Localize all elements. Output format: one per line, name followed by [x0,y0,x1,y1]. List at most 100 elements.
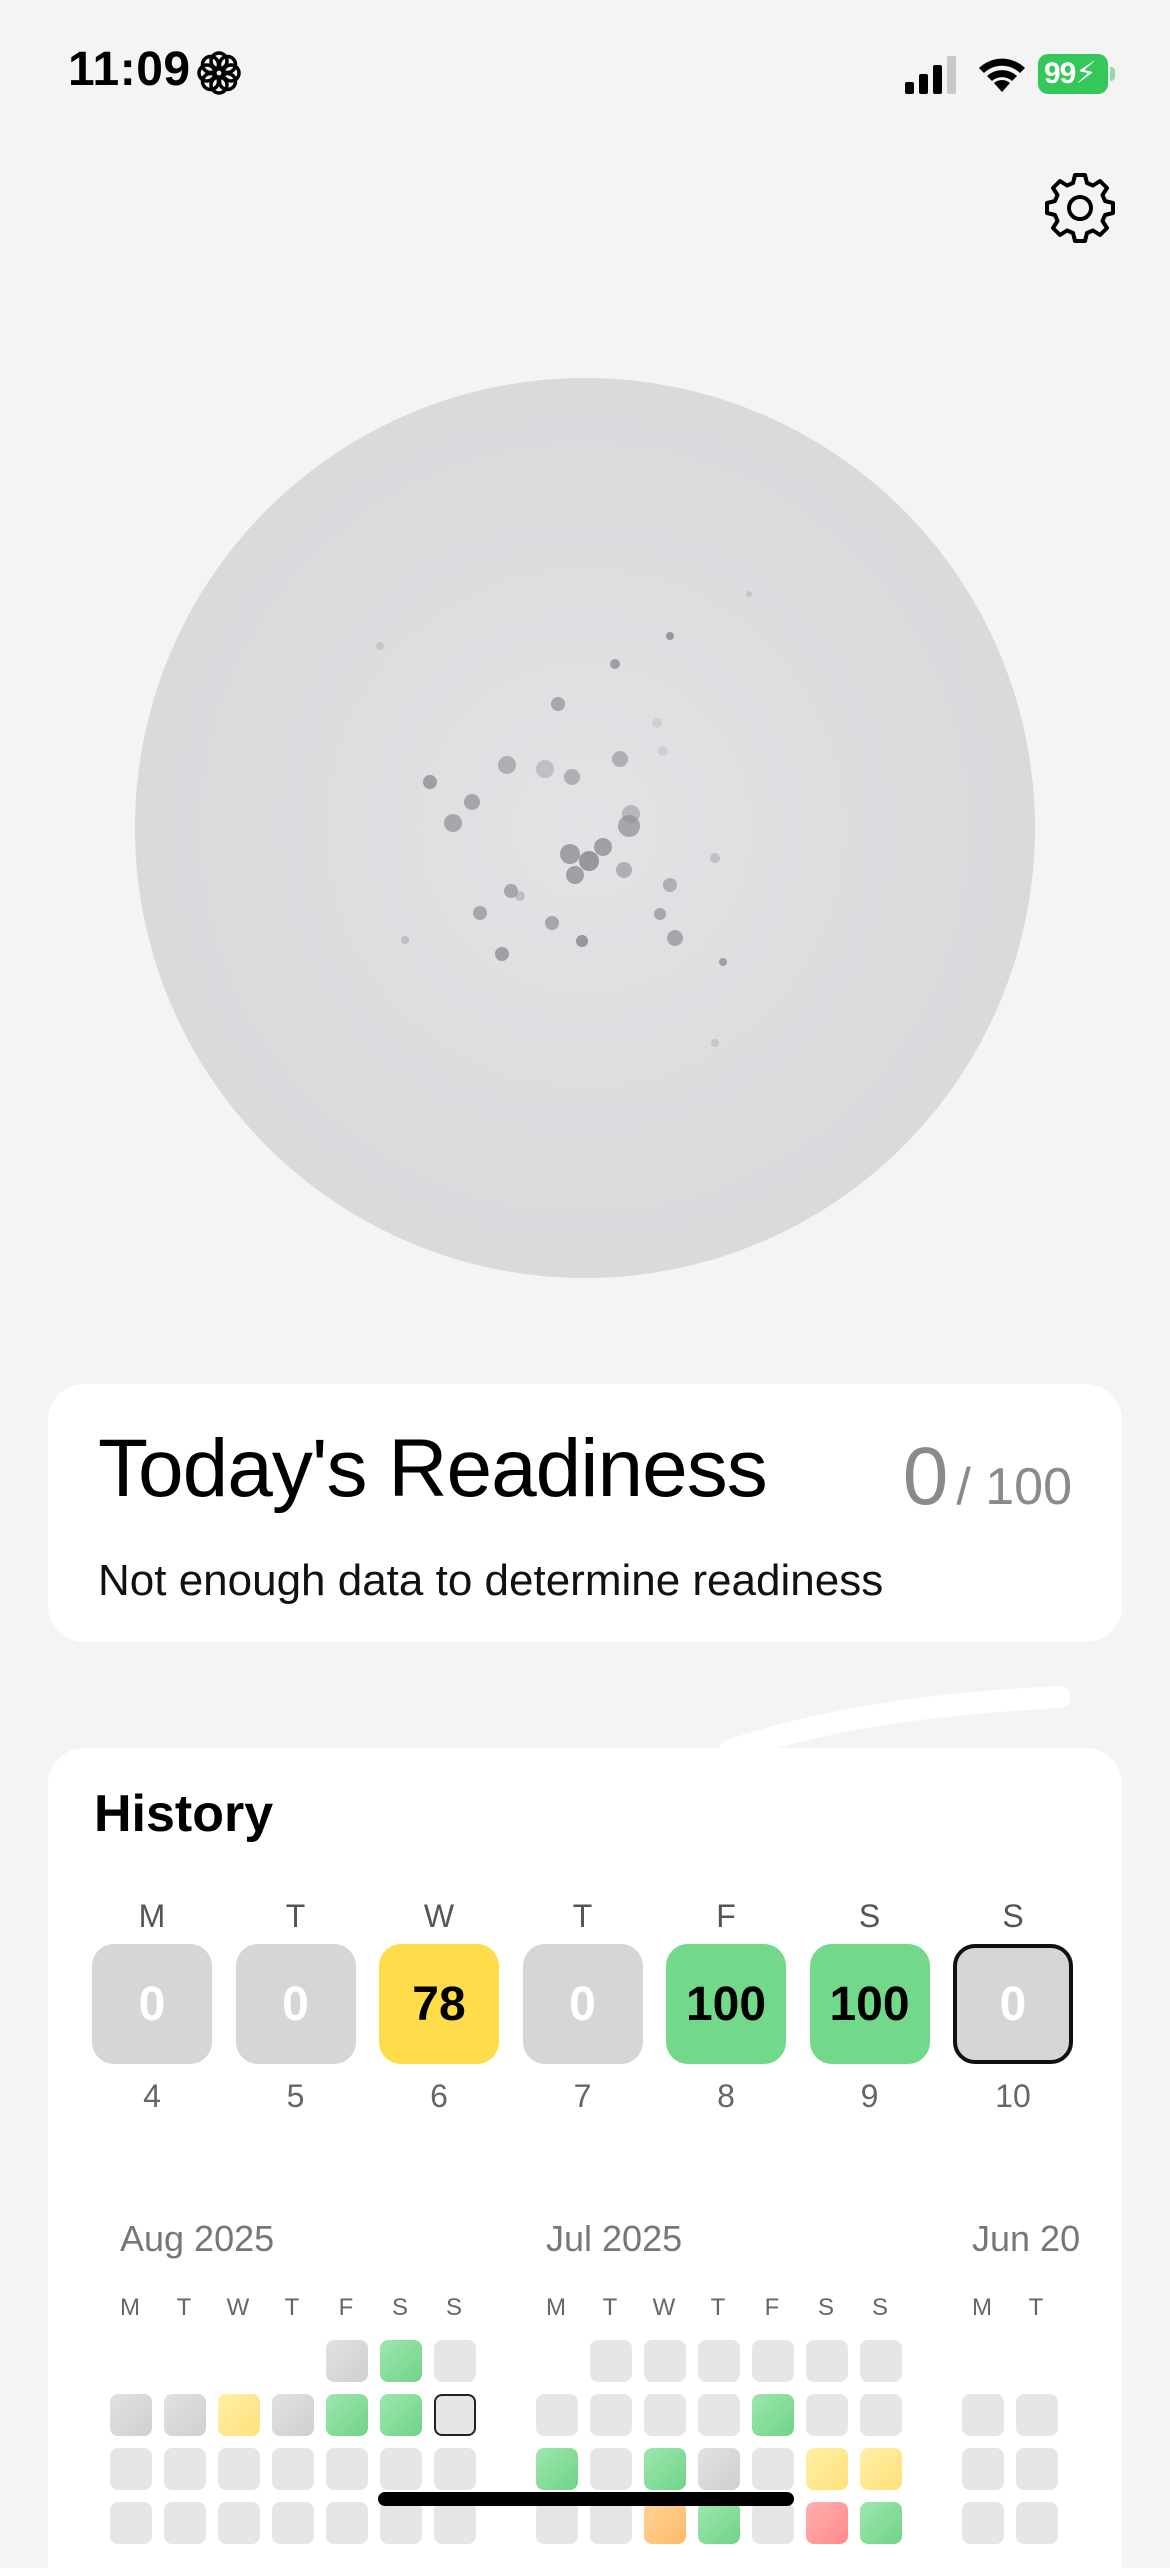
calendar-day-cell[interactable] [326,2448,368,2490]
month-label: Jul 2025 [546,2218,683,2259]
calendar-weekday: M [972,2294,992,2321]
calendar-day-cell[interactable] [272,2448,314,2490]
calendar-day-cell[interactable] [752,2340,794,2382]
calendar-day-cell[interactable] [218,2394,260,2436]
calendar-day-cell[interactable] [380,2340,422,2382]
week-day[interactable]: M 0 4 [92,1898,212,2114]
weekday-letter: F [716,1898,736,1934]
calendar-day-cell[interactable] [110,2394,152,2436]
calendar-day-cell[interactable] [590,2394,632,2436]
calendar-day-cell[interactable] [962,2448,1004,2490]
week-day[interactable]: W 78 6 [379,1898,499,2114]
calendar-weekday: T [176,2294,192,2321]
calendar-day-cell[interactable] [536,2394,578,2436]
battery-indicator: 99⚡ [1038,54,1116,94]
battery-level: 99⚡ [1038,54,1108,94]
calendar-day-cell[interactable] [218,2502,260,2544]
calendar-day-cell[interactable] [164,2394,206,2436]
calendar-day-cell[interactable] [752,2448,794,2490]
weekday-letter: M [138,1898,166,1934]
calendar-day-cell[interactable] [272,2394,314,2436]
calendar-day-cell[interactable] [434,2502,476,2544]
day-score-tile[interactable]: 78 [379,1944,499,2064]
calendar-day-cell[interactable] [806,2448,848,2490]
calendar-day-cell[interactable] [860,2448,902,2490]
calendar-day-cell[interactable] [806,2340,848,2382]
calendar-day-cell[interactable] [1016,2448,1058,2490]
calendar-day-cell[interactable] [698,2394,740,2436]
calendar-day-cell[interactable] [698,2340,740,2382]
readiness-title: Today's Readiness [98,1423,768,1514]
calendar-day-cell[interactable] [110,2502,152,2544]
calendar-day-cell[interactable] [962,2394,1004,2436]
week-day[interactable]: T 0 7 [522,1898,643,2114]
calendar-day-cell[interactable] [590,2502,632,2544]
calendar-day-cell[interactable] [1016,2394,1058,2436]
calendar-day-cell[interactable] [1016,2502,1058,2544]
weekday-letter: T [572,1898,593,1934]
calendar-day-cell[interactable] [644,2502,686,2544]
week-day[interactable]: F 100 8 [666,1898,786,2114]
calendar-weekday: S [391,2294,408,2321]
calendar-day-cell[interactable] [164,2448,206,2490]
calendar-day-cell[interactable] [380,2448,422,2490]
calendar-day-cell[interactable] [110,2448,152,2490]
calendar-day-cell[interactable] [806,2394,848,2436]
history-card: History M 0 4 T 0 5 W 78 6 T 0 7 F 100 8 S 100 9 S 0 10 Aug … [48,1748,1122,2568]
day-score-tile[interactable]: 0 [235,1944,356,2064]
calendar-day-cell[interactable] [962,2502,1004,2544]
calendar-day-cell[interactable] [644,2340,686,2382]
week-day[interactable]: S 100 9 [809,1898,930,2114]
calendar-day-cell[interactable] [752,2394,794,2436]
calendar-day-cell[interactable] [860,2340,902,2382]
cellular-signal-icon [905,56,956,94]
calendar-day-cell[interactable] [164,2502,206,2544]
month-label: Aug 2025 [120,2218,275,2259]
day-score-tile[interactable]: 0 [953,1944,1073,2064]
calendar-day-cell[interactable] [380,2394,422,2436]
calendar-day-cell[interactable] [218,2448,260,2490]
calendar-day-cell[interactable] [644,2394,686,2436]
calendar-day-cell[interactable] [380,2502,422,2544]
day-score-tile[interactable]: 100 [809,1944,930,2064]
orb-particles [376,591,752,1047]
calendar-day-cell[interactable] [326,2394,368,2436]
focus-mode-icon [197,51,241,95]
calendar-day-cell[interactable] [698,2448,740,2490]
day-number: 8 [717,2078,735,2114]
calendar-day-cell[interactable] [644,2448,686,2490]
history-title: History [94,1785,274,1843]
week-day[interactable]: T 0 5 [235,1898,356,2114]
day-score-tile[interactable]: 0 [522,1944,643,2064]
week-day[interactable]: S 0 10 [953,1898,1073,2114]
calendar-day-cell[interactable] [326,2502,368,2544]
calendar-day-cell[interactable] [860,2394,902,2436]
day-score-tile[interactable]: 100 [666,1944,786,2064]
calendar-day-cell[interactable] [434,2340,476,2382]
calendar-day-cell[interactable] [326,2340,368,2382]
settings-gear-button[interactable] [1042,170,1118,246]
calendar-day-cell[interactable] [272,2502,314,2544]
readiness-card[interactable]: Today's Readiness 0 / 100 Not enough dat… [48,1384,1122,1642]
calendar-day-cell[interactable] [434,2448,476,2490]
calendar-day-cell[interactable] [806,2502,848,2544]
day-score-tile[interactable]: 0 [92,1944,212,2064]
calendar-weekday: F [338,2294,354,2321]
status-time: 11:09 [68,43,191,96]
calendar-day-cell[interactable] [536,2448,578,2490]
calendar-day-cell[interactable] [536,2502,578,2544]
calendar-day-cell[interactable] [590,2340,632,2382]
calendar-day-cell[interactable] [860,2502,902,2544]
week-strip: M 0 4 T 0 5 W 78 6 T 0 7 F 100 8 S 100 9 S 0 10 [92,1898,1092,2114]
day-number: 5 [286,2078,305,2114]
weekday-letter: T [285,1898,306,1934]
wifi-icon [979,58,1025,92]
decorative-swoosh [720,1686,1070,1755]
calendar-day-cell[interactable] [434,2394,476,2436]
calendar-day-cell[interactable] [590,2448,632,2490]
home-indicator[interactable] [378,2492,794,2506]
weekday-letter: W [423,1898,455,1934]
calendar-day-cell[interactable] [698,2502,740,2544]
calendar-weekday: T [602,2294,618,2321]
calendar-day-cell[interactable] [752,2502,794,2544]
